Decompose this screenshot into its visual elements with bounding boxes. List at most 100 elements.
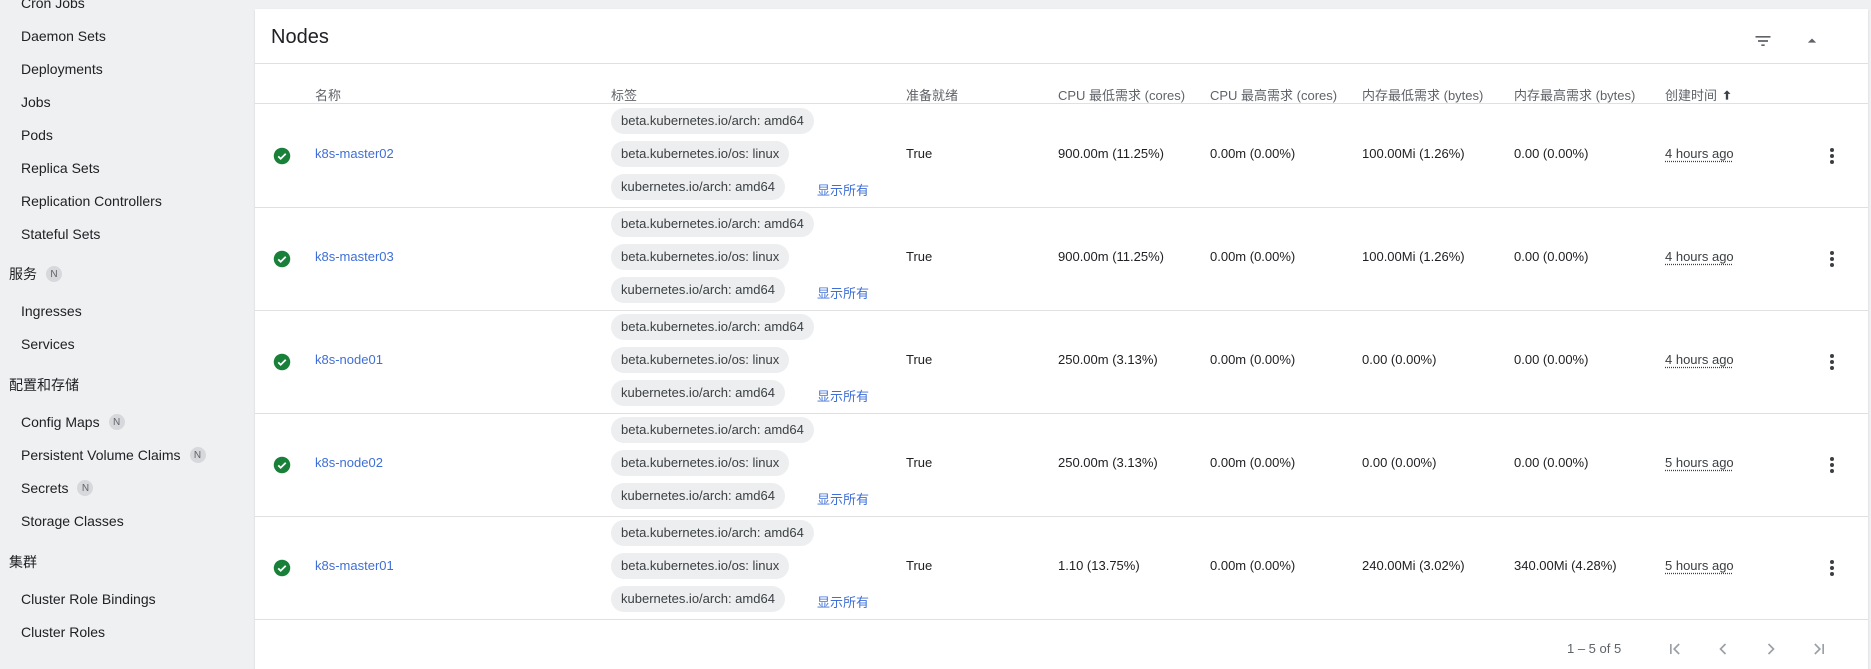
label-chip: beta.kubernetes.io/arch: amd64 — [611, 108, 814, 134]
chevron-right-icon — [1761, 639, 1781, 659]
ready-value: True — [906, 352, 932, 367]
column-header-created[interactable]: 创建时间 — [1665, 85, 1734, 104]
cpu-limits-value: 0.00m (0.00%) — [1210, 455, 1295, 470]
sidebar-section-cluster[interactable]: 集群 — [9, 552, 37, 572]
row-actions-button[interactable] — [1822, 556, 1842, 580]
sidebar-item-label: Daemon Sets — [21, 28, 106, 44]
label-chip: kubernetes.io/arch: amd64 — [611, 483, 785, 509]
sidebar-item-deployments[interactable]: Deployments — [21, 61, 103, 77]
more-vert-icon — [1829, 353, 1835, 371]
memory-requests-value: 0.00 (0.00%) — [1362, 455, 1436, 470]
sidebar-item-persistent-volume-claims[interactable]: Persistent Volume Claims N — [21, 447, 206, 463]
node-name-link[interactable]: k8s-node01 — [315, 352, 383, 367]
sidebar-item-services[interactable]: Services — [21, 336, 75, 352]
memory-limits-value: 0.00 (0.00%) — [1514, 146, 1588, 161]
label-chip: beta.kubernetes.io/os: linux — [611, 244, 789, 270]
node-name-link[interactable]: k8s-master01 — [315, 558, 394, 573]
created-age[interactable]: 4 hours ago — [1665, 146, 1734, 161]
sidebar-item-cluster-roles[interactable]: Cluster Roles — [21, 624, 105, 640]
show-all-link[interactable]: 显示所有 — [817, 489, 869, 508]
node-name-link[interactable]: k8s-node02 — [315, 455, 383, 470]
filter-button[interactable] — [1749, 27, 1777, 55]
label-chip: beta.kubernetes.io/os: linux — [611, 450, 789, 476]
row-actions-button[interactable] — [1822, 144, 1842, 168]
column-header-memory-requests[interactable]: 内存最低需求 (bytes) — [1362, 85, 1483, 104]
sidebar-item-jobs[interactable]: Jobs — [21, 94, 51, 110]
card-title: Nodes — [271, 26, 329, 49]
row-actions-button[interactable] — [1822, 453, 1842, 477]
divider — [255, 63, 1868, 64]
sidebar-item-secrets[interactable]: Secrets N — [21, 480, 93, 496]
show-all-link[interactable]: 显示所有 — [817, 283, 869, 302]
node-name-link[interactable]: k8s-master02 — [315, 146, 394, 161]
sidebar-item-stateful-sets[interactable]: Stateful Sets — [21, 226, 100, 242]
sidebar-item-label: Storage Classes — [21, 513, 124, 529]
column-header-cpu-limits[interactable]: CPU 最高需求 (cores) — [1210, 85, 1337, 104]
row-actions-button[interactable] — [1822, 247, 1842, 271]
sidebar-item-daemon-sets[interactable]: Daemon Sets — [21, 28, 106, 44]
section-title: 集群 — [9, 552, 37, 572]
created-age[interactable]: 4 hours ago — [1665, 249, 1734, 264]
more-vert-icon — [1829, 250, 1835, 268]
check-circle-icon — [273, 456, 291, 474]
label-chip: beta.kubernetes.io/arch: amd64 — [611, 520, 814, 546]
filter-icon — [1753, 31, 1773, 51]
namespaced-badge: N — [77, 480, 93, 496]
table-row: k8s-master03 beta.kubernetes.io/arch: am… — [255, 207, 1868, 311]
chevron-left-icon — [1713, 639, 1733, 659]
sidebar-item-label: Persistent Volume Claims — [21, 447, 181, 463]
sidebar-item-cron-jobs[interactable]: Cron Jobs — [21, 0, 85, 11]
sidebar-item-pods[interactable]: Pods — [21, 127, 53, 143]
cpu-requests-value: 250.00m (3.13%) — [1058, 455, 1158, 470]
more-vert-icon — [1829, 456, 1835, 474]
sidebar-section-config-storage[interactable]: 配置和存储 — [9, 375, 79, 395]
sidebar-item-replica-sets[interactable]: Replica Sets — [21, 160, 100, 176]
section-title: 服务 — [9, 264, 37, 284]
label-chip: beta.kubernetes.io/arch: amd64 — [611, 211, 814, 237]
table-row: k8s-node01 beta.kubernetes.io/arch: amd6… — [255, 310, 1868, 414]
sidebar-section-services[interactable]: 服务 N — [9, 264, 62, 284]
show-all-link[interactable]: 显示所有 — [817, 386, 869, 405]
label-chip: kubernetes.io/arch: amd64 — [611, 586, 785, 612]
cpu-requests-value: 250.00m (3.13%) — [1058, 352, 1158, 367]
ready-value: True — [906, 146, 932, 161]
column-header-labels: 标签 — [611, 85, 637, 104]
ready-value: True — [906, 558, 932, 573]
show-all-link[interactable]: 显示所有 — [817, 180, 869, 199]
label-chip: kubernetes.io/arch: amd64 — [611, 380, 785, 406]
sidebar-item-replication-controllers[interactable]: Replication Controllers — [21, 193, 162, 209]
sidebar-item-config-maps[interactable]: Config Maps N — [21, 414, 125, 430]
check-circle-icon — [273, 353, 291, 371]
show-all-link[interactable]: 显示所有 — [817, 592, 869, 611]
column-header-name[interactable]: 名称 — [315, 85, 341, 104]
cpu-limits-value: 0.00m (0.00%) — [1210, 249, 1295, 264]
sidebar-item-label: Cluster Role Bindings — [21, 591, 156, 607]
created-age[interactable]: 5 hours ago — [1665, 455, 1734, 470]
node-name-link[interactable]: k8s-master03 — [315, 249, 394, 264]
namespaced-badge: N — [46, 266, 62, 282]
sidebar-item-cluster-role-bindings[interactable]: Cluster Role Bindings — [21, 591, 156, 607]
memory-limits-value: 0.00 (0.00%) — [1514, 455, 1588, 470]
created-age[interactable]: 4 hours ago — [1665, 352, 1734, 367]
created-age[interactable]: 5 hours ago — [1665, 558, 1734, 573]
memory-limits-value: 340.00Mi (4.28%) — [1514, 558, 1617, 573]
memory-limits-value: 0.00 (0.00%) — [1514, 352, 1588, 367]
sidebar-item-label: Stateful Sets — [21, 226, 100, 242]
row-actions-button[interactable] — [1822, 350, 1842, 374]
label-chip: beta.kubernetes.io/os: linux — [611, 347, 789, 373]
column-header-ready: 准备就绪 — [906, 85, 958, 104]
collapse-button[interactable] — [1798, 27, 1826, 55]
memory-requests-value: 100.00Mi (1.26%) — [1362, 249, 1465, 264]
ready-value: True — [906, 249, 932, 264]
sidebar-item-label: Deployments — [21, 61, 103, 77]
cpu-requests-value: 900.00m (11.25%) — [1058, 249, 1164, 264]
sidebar-item-storage-classes[interactable]: Storage Classes — [21, 513, 124, 529]
column-header-memory-limits[interactable]: 内存最高需求 (bytes) — [1514, 85, 1635, 104]
sidebar-item-ingresses[interactable]: Ingresses — [21, 303, 82, 319]
last-page-icon — [1809, 639, 1829, 659]
cpu-limits-value: 0.00m (0.00%) — [1210, 146, 1295, 161]
label-chip: beta.kubernetes.io/os: linux — [611, 553, 789, 579]
pagination-range: 1 – 5 of 5 — [1567, 641, 1621, 656]
arrow-up-icon — [1720, 88, 1734, 102]
column-header-cpu-requests[interactable]: CPU 最低需求 (cores) — [1058, 85, 1185, 104]
